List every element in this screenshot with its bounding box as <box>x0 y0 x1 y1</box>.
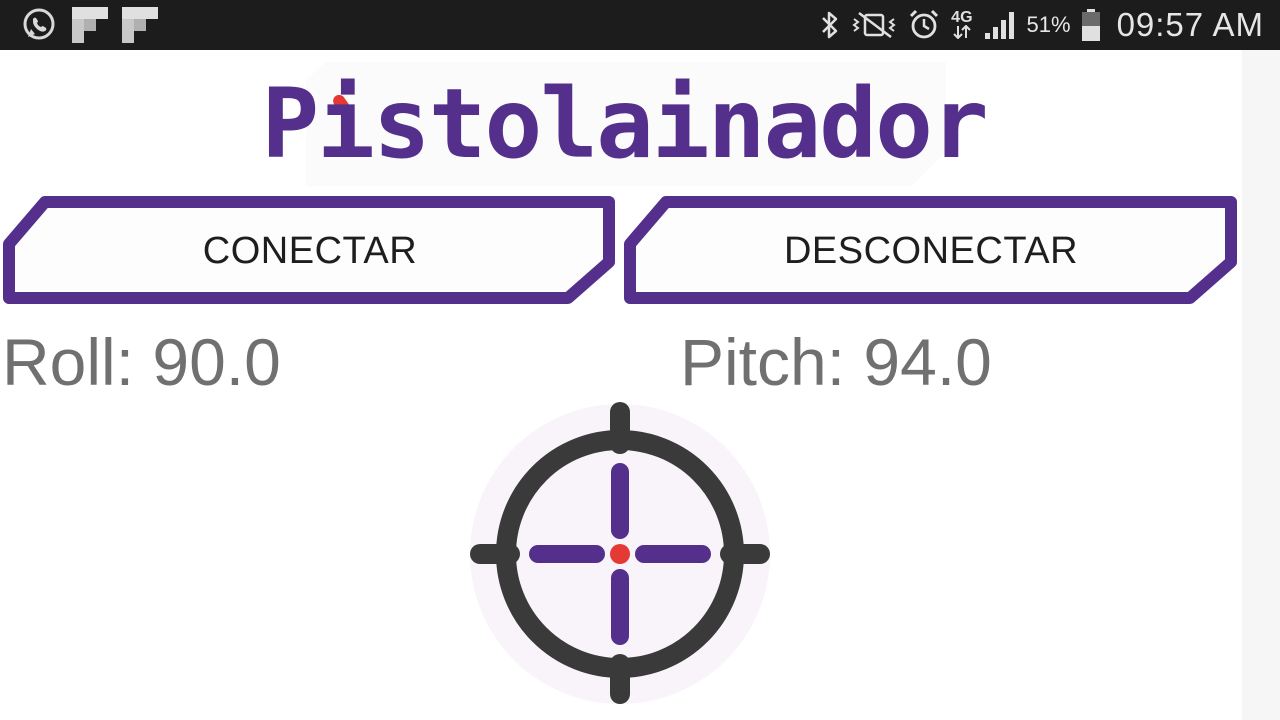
connect-button-label: CONECTAR <box>202 229 418 272</box>
roll-value: 90.0 <box>152 325 281 399</box>
pitch-value: 94.0 <box>863 325 992 399</box>
disconnect-button-label: DESCONECTAR <box>783 229 1079 272</box>
signal-icon <box>983 9 1017 41</box>
roll-label: Roll: <box>2 325 135 399</box>
roll-readout: Roll: 90.0 <box>2 324 281 400</box>
flipboard-icon <box>122 7 158 43</box>
system-icons: 4G 51% 09:57 AM <box>819 0 1264 50</box>
notification-icons <box>20 6 158 44</box>
pitch-label: Pitch: <box>680 325 846 399</box>
clock: 09:57 AM <box>1116 6 1264 43</box>
whatsapp-icon <box>20 6 58 44</box>
connect-button[interactable]: CONECTAR <box>2 196 618 304</box>
disconnect-button[interactable]: DESCONECTAR <box>622 196 1240 304</box>
app-logo: Pistolainador <box>261 62 989 186</box>
battery-percent: 51% <box>1026 12 1071 37</box>
bluetooth-icon <box>819 9 841 41</box>
pitch-readout: Pitch: 94.0 <box>680 324 992 400</box>
alarm-icon <box>907 8 941 42</box>
crosshair-icon <box>466 400 774 708</box>
vibrate-icon <box>851 9 897 41</box>
scroll-edge <box>1242 50 1280 720</box>
flipboard-icon <box>72 7 108 43</box>
battery-icon <box>1081 8 1101 42</box>
network-4g-icon: 4G <box>951 10 973 39</box>
status-bar: 4G 51% 09:57 AM <box>0 0 1280 50</box>
logo-text: Pistolainador <box>261 68 988 180</box>
